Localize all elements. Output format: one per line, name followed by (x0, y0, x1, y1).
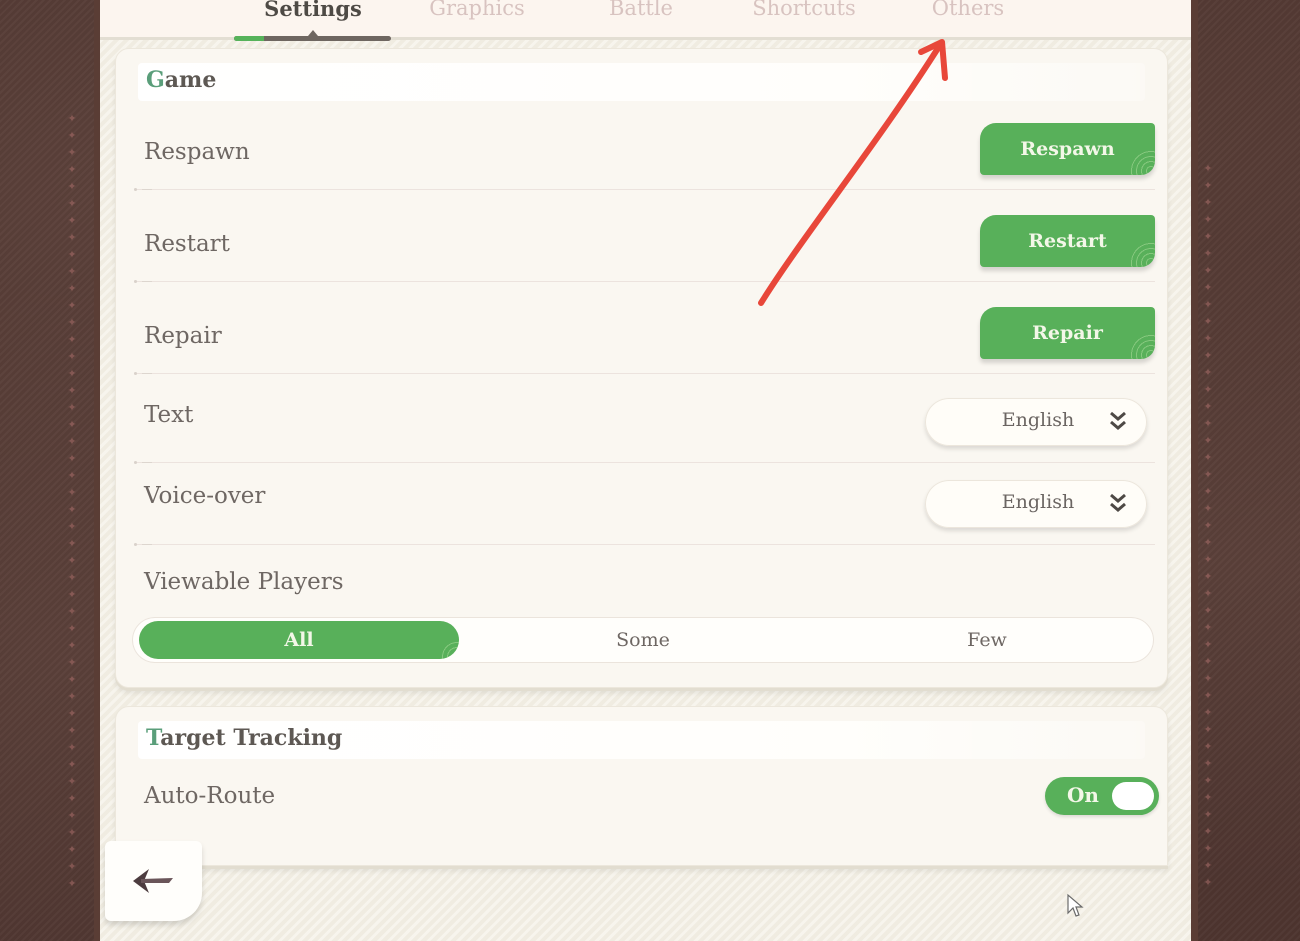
repair-label: Repair (144, 323, 222, 349)
text-language-label: Text (144, 402, 194, 428)
back-button[interactable] (105, 841, 202, 921)
auto-route-toggle[interactable]: On (1045, 777, 1159, 815)
tab-bar: Settings Graphics Battle Shortcuts Other… (100, 0, 1191, 41)
title-rest: arget Tracking (160, 725, 343, 751)
double-chevron-down-icon (1110, 411, 1126, 430)
restart-label: Restart (144, 231, 230, 257)
settings-page: Settings Graphics Battle Shortcuts Other… (100, 0, 1191, 941)
game-section-header: Game (138, 63, 1145, 101)
toggle-state-label: On (1067, 783, 1099, 807)
right-border-decoration: ✦ ✦ ✦ ✦ ✦ ✦ ✦ ✦ ✦ ✦ ✦ ✦ ✦ ✦ ✦ ✦ ✦ ✦ ✦ ✦ ✦ ✦ ✦ ✦ ✦ ✦ ✦ ✦ ✦ ✦ ✦ ✦ ✦ ✦ ✦ ✦ ✦ ✦ ✦ ✦… (1203, 162, 1213, 889)
target-tracking-panel: Target Tracking Auto-Route On (115, 706, 1168, 866)
title-initial: G (146, 67, 165, 93)
voice-over-dropdown[interactable]: English (925, 480, 1147, 528)
restart-button[interactable]: Restart (980, 215, 1155, 267)
viewable-players-option-few[interactable]: Few (827, 621, 1147, 659)
viewable-players-option-all[interactable]: All (139, 621, 459, 659)
title-rest: ame (164, 67, 217, 93)
viewable-players-label: Viewable Players (144, 569, 344, 595)
left-border-decoration: ✦ ✦ ✦ ✦ ✦ ✦ ✦ ✦ ✦ ✦ ✦ ✦ ✦ ✦ ✦ ✦ ✦ ✦ ✦ ✦ ✦ ✦ ✦ ✦ ✦ ✦ ✦ ✦ ✦ ✦ ✦ ✦ ✦ ✦ ✦ ✦ ✦ ✦ ✦ ✦… (67, 112, 77, 890)
title-initial: T (146, 725, 161, 751)
auto-route-label: Auto-Route (144, 783, 276, 809)
tracking-section-header: Target Tracking (138, 721, 1145, 759)
double-chevron-down-icon (1110, 493, 1126, 512)
tab-settings[interactable]: Settings (238, 0, 388, 32)
game-section-title: Game (146, 67, 216, 93)
mouse-pointer-icon (1067, 893, 1084, 917)
settings-window-frame: Settings Graphics Battle Shortcuts Other… (94, 0, 1198, 941)
text-language-row: Text English (134, 374, 1155, 464)
back-arrow-icon (132, 869, 173, 893)
viewable-players-option-some[interactable]: Some (483, 621, 803, 659)
toggle-knob (1112, 782, 1154, 810)
text-language-value: English (1001, 409, 1075, 431)
voice-over-value: English (1001, 491, 1075, 513)
respawn-row: Respawn Respawn (134, 119, 1155, 191)
restart-row: Restart Restart (134, 190, 1155, 283)
tab-battle[interactable]: Battle (566, 0, 716, 32)
text-language-dropdown[interactable]: English (925, 398, 1147, 446)
active-tab-indicator (234, 30, 391, 41)
viewable-players-selector: All Some Few (132, 617, 1154, 663)
tab-graphics[interactable]: Graphics (402, 0, 552, 32)
tracking-section-title: Target Tracking (146, 725, 342, 751)
respawn-button[interactable]: Respawn (980, 123, 1155, 175)
tab-others[interactable]: Others (893, 0, 1043, 32)
repair-row: Repair Repair (134, 282, 1155, 375)
tab-shortcuts[interactable]: Shortcuts (729, 0, 879, 32)
voice-over-label: Voice-over (144, 483, 266, 509)
repair-button[interactable]: Repair (980, 307, 1155, 359)
game-settings-panel: Game Respawn Respawn Restart Restart Rep… (115, 48, 1168, 688)
voice-over-row: Voice-over English (134, 463, 1155, 546)
respawn-label: Respawn (144, 139, 250, 165)
